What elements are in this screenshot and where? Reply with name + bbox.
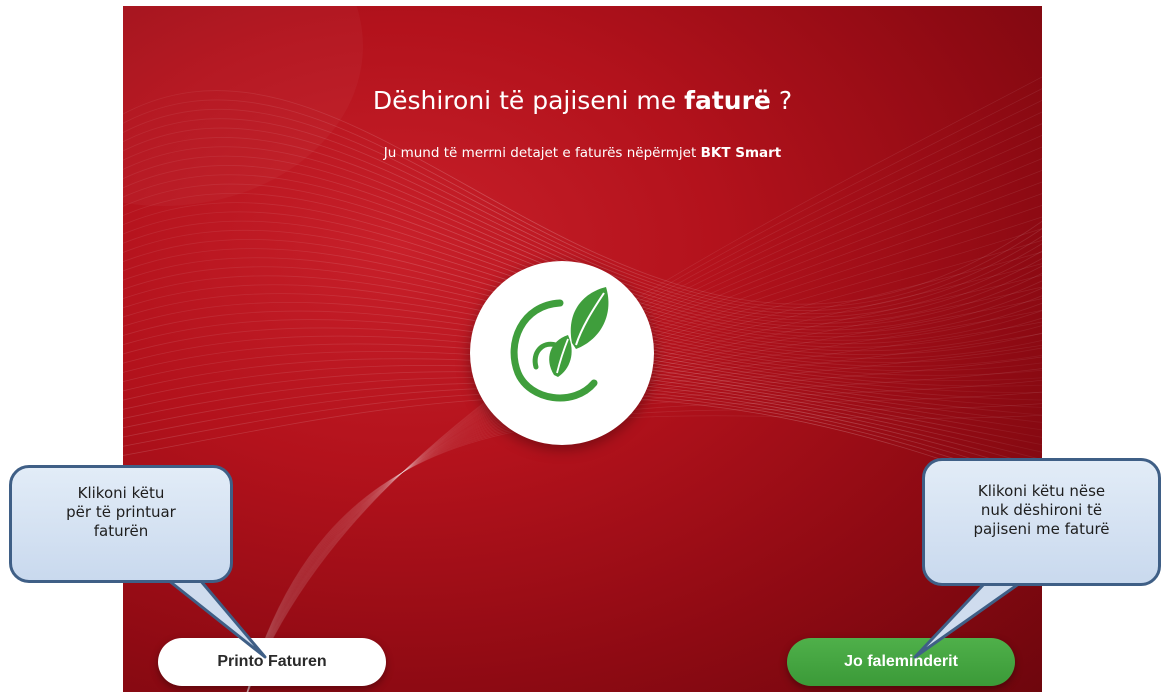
callout-line: Klikoni këtu <box>77 484 165 502</box>
no-thanks-button[interactable]: Jo faleminderit <box>787 638 1015 686</box>
print-invoice-button[interactable]: Printo Faturen <box>158 638 386 686</box>
page-title: Dëshironi të pajiseni me faturë ? <box>123 86 1042 115</box>
leaf-swirl-icon <box>510 287 609 402</box>
subtitle-prefix: Ju mund të merrni detajet e faturës nëpë… <box>383 145 697 161</box>
title-bold: faturë <box>684 86 771 115</box>
kiosk-stage: Dëshironi të pajiseni me faturë ? Ju mun… <box>0 0 1172 692</box>
callout-line: për të printuar <box>66 503 176 521</box>
callout-line: Klikoni këtu nëse <box>977 482 1106 500</box>
callout-print-hint: Klikoni këtu për të printuar faturën <box>9 465 233 583</box>
page-subtitle: Ju mund të merrni detajet e faturës nëpë… <box>123 145 1042 161</box>
callout-line: faturën <box>93 522 149 540</box>
eco-logo <box>470 261 654 445</box>
kiosk-screen: Dëshironi të pajiseni me faturë ? Ju mun… <box>123 6 1042 692</box>
subtitle-bold: BKT Smart <box>700 145 782 161</box>
title-suffix: ? <box>778 86 793 115</box>
callout-line: nuk dëshironi të <box>980 501 1103 519</box>
callout-no-invoice-hint: Klikoni këtu nëse nuk dëshironi të pajis… <box>922 458 1161 586</box>
callout-line: pajiseni me faturë <box>973 520 1110 538</box>
title-prefix: Dëshironi të pajiseni me <box>372 86 677 115</box>
